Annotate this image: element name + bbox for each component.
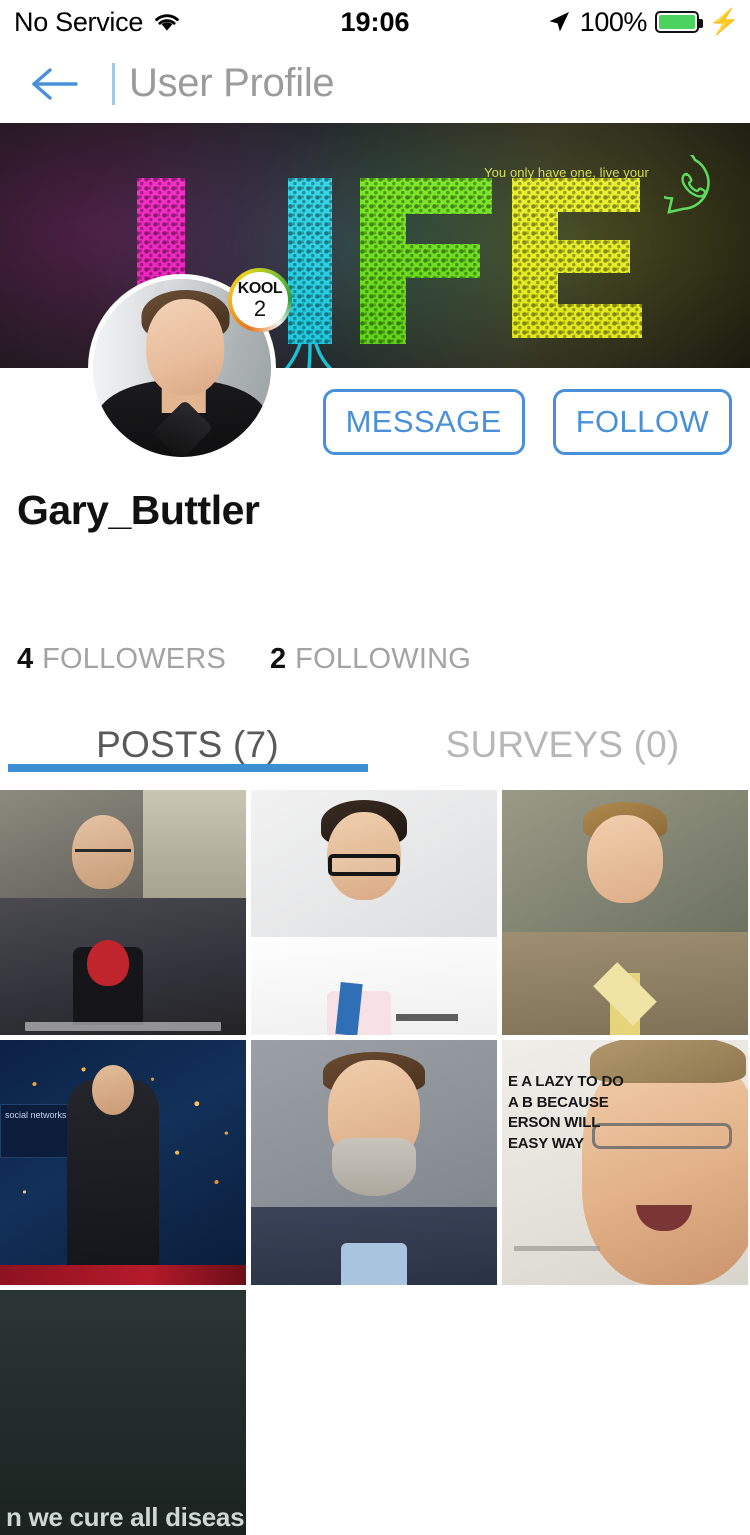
profile-stats: 4 FOLLOWERS 2 FOLLOWING — [17, 643, 471, 676]
tab-active-indicator — [8, 764, 368, 772]
username: Gary_Buttler — [17, 487, 260, 533]
tab-surveys[interactable]: SURVEYS (0) — [375, 714, 750, 776]
following-count: 2 — [270, 643, 287, 675]
kool-badge-label: KOOL — [237, 279, 283, 297]
followers-count: 4 — [17, 643, 34, 675]
following-stat[interactable]: 2 FOLLOWING — [270, 643, 471, 676]
battery-percent-label: 100% — [579, 6, 648, 37]
cover-tagline: You only have one, live your — [484, 165, 649, 180]
profile-actions: MESSAGE FOLLOW — [322, 389, 732, 455]
battery-full-icon — [654, 11, 703, 33]
kool-badge-level: 2 — [253, 295, 267, 321]
followers-label: FOLLOWERS — [42, 643, 227, 675]
post-thumbnail[interactable]: social networks — [0, 1040, 246, 1285]
page-title: User Profile — [129, 61, 335, 105]
lightning-bolt-icon: ⚡ — [708, 7, 740, 36]
followers-stat[interactable]: 4 FOLLOWERS — [17, 643, 226, 676]
message-button[interactable]: MESSAGE — [322, 389, 525, 455]
post-quote-text: E A LAZY TO DO A B BECAUSE ERSON WILL EA… — [508, 1073, 624, 1153]
post-thumbnail[interactable]: n we cure all diseas — [0, 1290, 246, 1535]
kool-badge[interactable]: KOOL 2 — [228, 268, 292, 332]
status-bar-right: 100% ⚡ — [546, 7, 740, 38]
whatsapp-icon — [664, 155, 710, 214]
post-thumbnail[interactable] — [251, 1040, 497, 1285]
nav-separator — [112, 62, 115, 105]
back-arrow-icon[interactable] — [28, 58, 80, 110]
posts-grid: social networks E A LAZY TO DO A B BECAU… — [0, 790, 750, 1535]
navigation-bar: User Profile — [0, 44, 750, 123]
following-label: FOLLOWING — [295, 643, 471, 675]
status-bar: No Service 19:06 100% ⚡ — [0, 0, 750, 44]
location-arrow-icon — [549, 12, 569, 32]
post-thumbnail[interactable]: E A LAZY TO DO A B BECAUSE ERSON WILL EA… — [502, 1040, 748, 1285]
avatar-face — [146, 298, 225, 395]
stage-screen-text: social networks — [5, 1109, 67, 1120]
post-thumbnail[interactable] — [251, 790, 497, 1035]
avatar-container[interactable]: KOOL 2 — [88, 268, 292, 462]
post-caption-text: n we cure all diseas — [6, 1502, 245, 1532]
post-thumbnail[interactable] — [502, 790, 748, 1035]
follow-button[interactable]: FOLLOW — [552, 389, 732, 455]
post-thumbnail[interactable] — [0, 790, 246, 1035]
